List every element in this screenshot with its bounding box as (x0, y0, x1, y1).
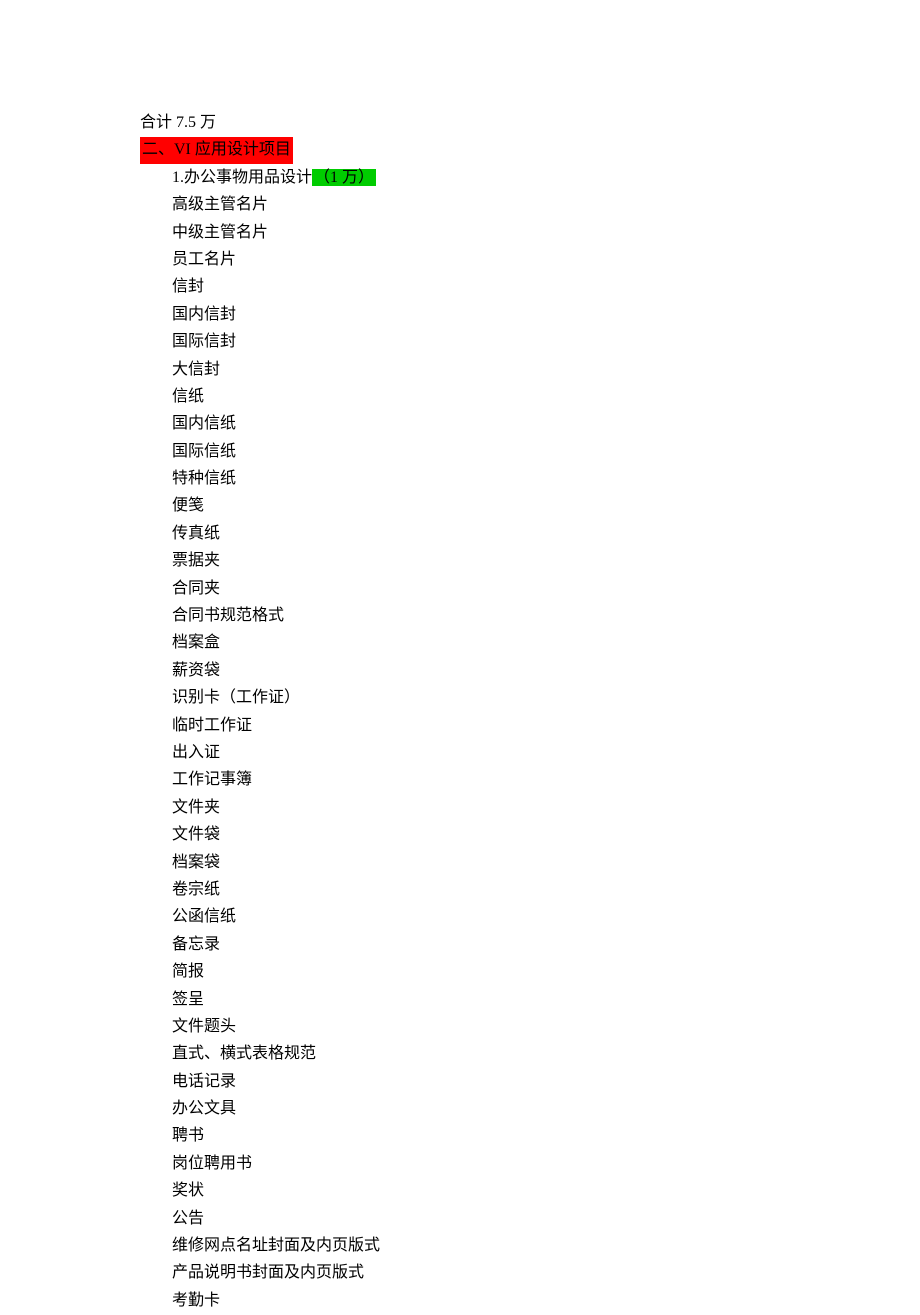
section-title: 二、VI 应用设计项目 (140, 137, 293, 163)
subsection-title: 1.办公事物用品设计 (172, 169, 312, 186)
list-item: 备忘录 (172, 932, 920, 958)
list-item: 国际信纸 (172, 439, 920, 465)
list-item: 文件题头 (172, 1014, 920, 1040)
list-item: 薪资袋 (172, 658, 920, 684)
list-item: 聘书 (172, 1123, 920, 1149)
list-item: 公告 (172, 1206, 920, 1232)
list-item: 产品说明书封面及内页版式 (172, 1260, 920, 1286)
list-item: 便笺 (172, 493, 920, 519)
list-item: 传真纸 (172, 521, 920, 547)
list-item: 文件袋 (172, 822, 920, 848)
list-item: 奖状 (172, 1178, 920, 1204)
list-item: 卷宗纸 (172, 877, 920, 903)
list-item: 合同书规范格式 (172, 603, 920, 629)
list-item: 国际信封 (172, 329, 920, 355)
list-item: 特种信纸 (172, 466, 920, 492)
list-item: 临时工作证 (172, 713, 920, 739)
list-item: 维修网点名址封面及内页版式 (172, 1233, 920, 1259)
list-item: 中级主管名片 (172, 220, 920, 246)
list-item: 出入证 (172, 740, 920, 766)
section-header-line: 二、VI 应用设计项目 (140, 137, 920, 163)
list-item: 档案袋 (172, 850, 920, 876)
list-item: 高级主管名片 (172, 192, 920, 218)
list-item: 信纸 (172, 384, 920, 410)
subsection-price: （1 万） (312, 169, 376, 186)
list-item: 识别卡（工作证） (172, 685, 920, 711)
items-list: 高级主管名片中级主管名片员工名片信封国内信封国际信封大信封信纸国内信纸国际信纸特… (140, 192, 920, 1314)
list-item: 大信封 (172, 357, 920, 383)
list-item: 国内信纸 (172, 411, 920, 437)
list-item: 公函信纸 (172, 904, 920, 930)
list-item: 文件夹 (172, 795, 920, 821)
list-item: 档案盒 (172, 630, 920, 656)
list-item: 电话记录 (172, 1069, 920, 1095)
list-item: 信封 (172, 274, 920, 300)
list-item: 工作记事簿 (172, 767, 920, 793)
list-item: 直式、横式表格规范 (172, 1041, 920, 1067)
list-item: 国内信封 (172, 302, 920, 328)
list-item: 办公文具 (172, 1096, 920, 1122)
total-line: 合计 7.5 万 (140, 110, 920, 136)
list-item: 签呈 (172, 987, 920, 1013)
list-item: 合同夹 (172, 576, 920, 602)
subsection-line: 1.办公事物用品设计（1 万） (172, 165, 920, 191)
list-item: 考勤卡 (172, 1288, 920, 1314)
list-item: 简报 (172, 959, 920, 985)
list-item: 票据夹 (172, 548, 920, 574)
list-item: 员工名片 (172, 247, 920, 273)
total-text: 合计 7.5 万 (140, 114, 216, 131)
list-item: 岗位聘用书 (172, 1151, 920, 1177)
